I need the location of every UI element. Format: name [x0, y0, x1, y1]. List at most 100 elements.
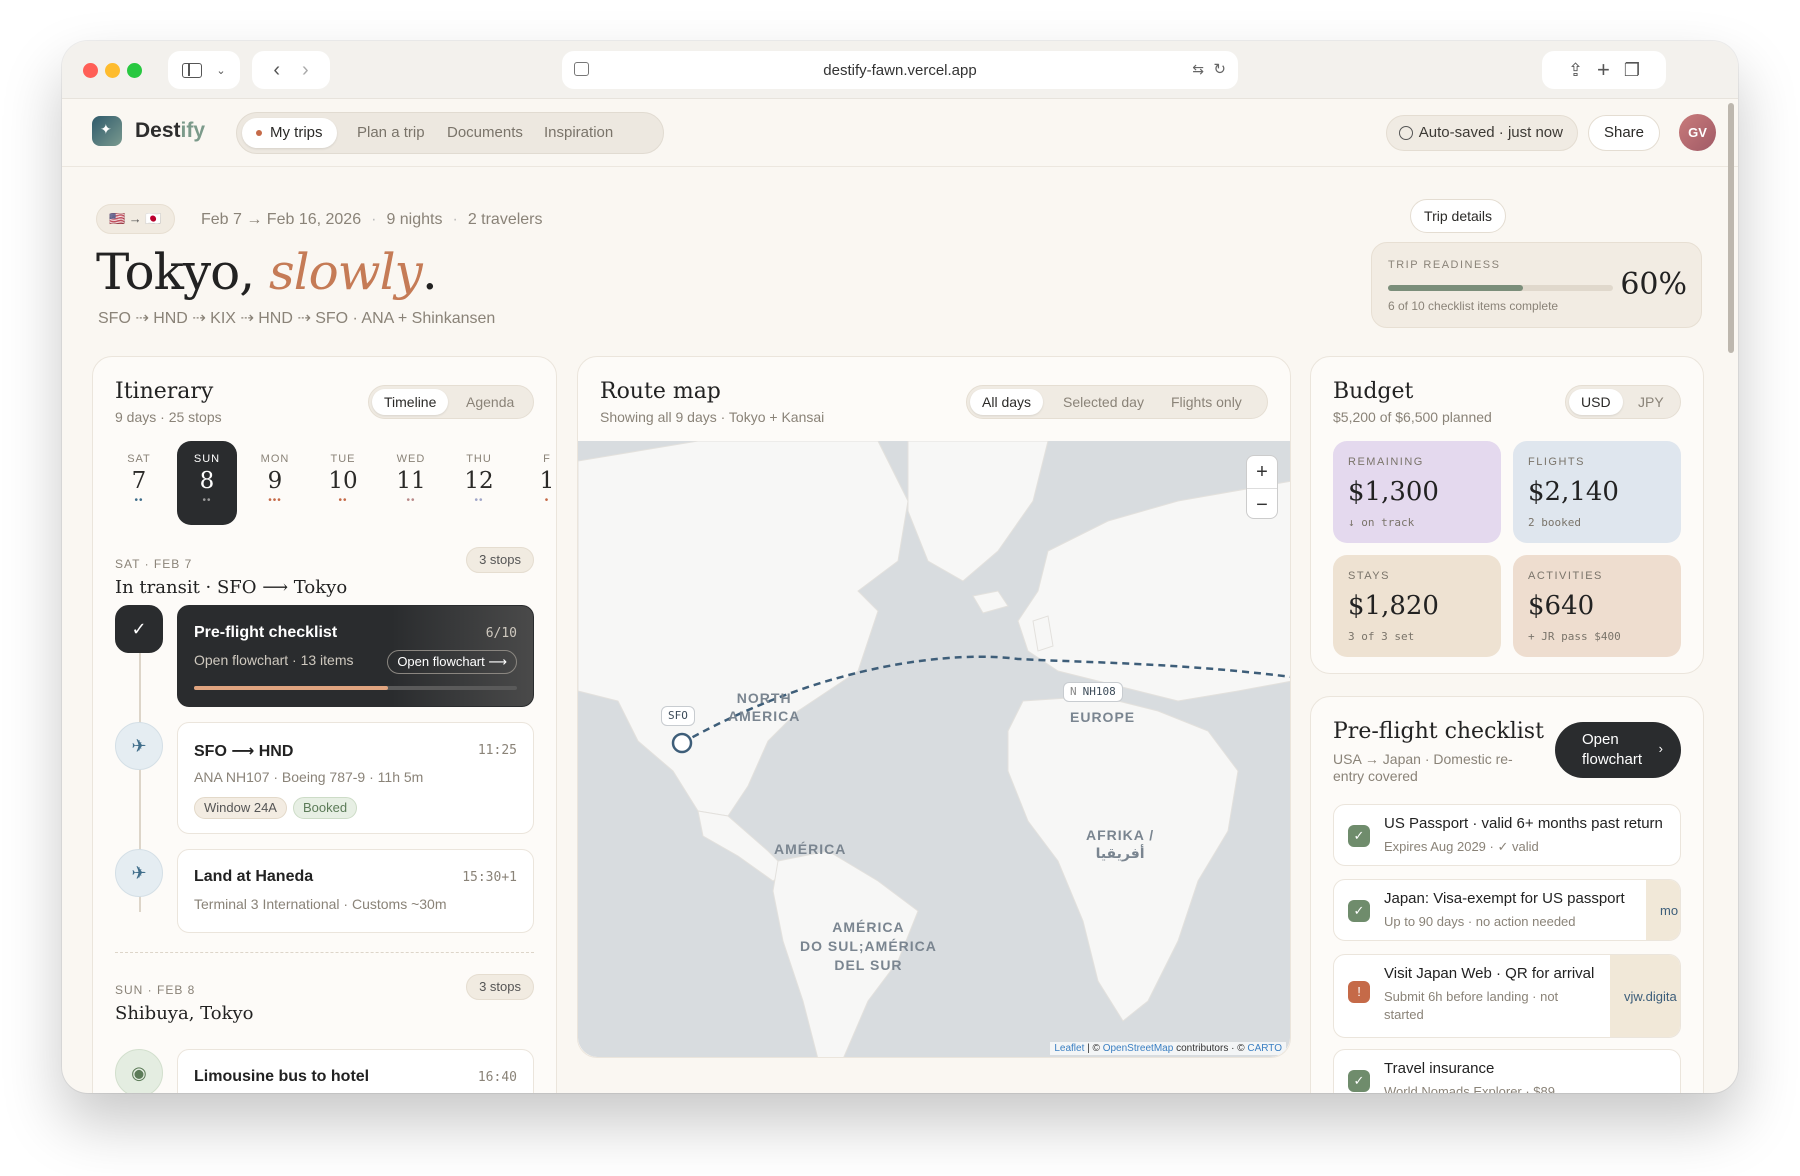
map-canvas[interactable]: SFO N NH108 NORTH AMERICA EUROPE AFRIKA /… [578, 441, 1290, 1057]
filter-flights-only[interactable]: Flights only [1159, 389, 1254, 415]
forward-arrow-icon[interactable]: › [302, 59, 309, 82]
bus-event[interactable]: Limousine bus to hotel 16:40 [177, 1049, 534, 1093]
budget-tile-flights[interactable]: FLIGHTS $2,140 2 booked [1513, 441, 1681, 543]
nav-documents[interactable]: Documents [433, 118, 537, 148]
translate-icon[interactable]: ⇆ [1192, 61, 1204, 78]
share-icon[interactable]: ⇪ [1568, 60, 1583, 81]
budget-card: Budget $5,200 of $6,500 planned USD JPY … [1310, 356, 1704, 674]
budget-tile-remaining[interactable]: REMAINING $1,300 ↓ on track [1333, 441, 1501, 543]
title-end: . [421, 243, 438, 301]
back-arrow-icon[interactable]: ‹ [273, 59, 280, 82]
checklist-item[interactable]: ✓ Japan: Visa-exempt for US passport Up to… [1333, 879, 1681, 941]
osm-link[interactable]: OpenStreetMap [1103, 1043, 1174, 1054]
user-avatar[interactable]: GV [1679, 114, 1716, 151]
nav-inspiration[interactable]: Inspiration [530, 118, 627, 148]
day-weekday: SAT [127, 453, 151, 465]
zoom-in-button[interactable]: + [1247, 456, 1277, 488]
item-title: US Passport · valid 6+ months past retur… [1384, 815, 1663, 832]
event-count: 6/10 [485, 626, 517, 641]
tile-value: $1,820 [1348, 591, 1439, 621]
budget-title: Budget [1333, 379, 1414, 404]
preflight-checklist-event[interactable]: Pre-flight checklist 6/10 Open flowchart… [177, 605, 534, 707]
day-number: 12 [464, 468, 494, 494]
day-stop-dots: • [544, 495, 550, 506]
day-weekday: THU [466, 453, 492, 465]
event-title: SFO ⟶ HND [194, 743, 294, 760]
tile-value: $2,140 [1528, 477, 1619, 507]
filter-selected-day[interactable]: Selected day [1051, 389, 1156, 415]
readiness-label: TRIP READINESS [1388, 259, 1501, 271]
nav-my-trips[interactable]: My trips [242, 118, 337, 148]
carto-link[interactable]: CARTO [1247, 1043, 1282, 1054]
item-title: Travel insurance [1384, 1060, 1495, 1077]
view-agenda[interactable]: Agenda [454, 389, 526, 415]
check-icon[interactable]: ✓ [1348, 1070, 1370, 1092]
check-icon[interactable]: ✓ [1348, 825, 1370, 847]
item-link-preview[interactable]: vjw.digita [1610, 955, 1680, 1037]
currency-toggle: USD JPY [1565, 385, 1681, 419]
landing-event[interactable]: Land at Haneda 15:30+1 Terminal 3 Intern… [177, 849, 534, 933]
page-scrollbar[interactable] [1728, 103, 1734, 353]
day-f[interactable]: F 1 • [517, 441, 556, 525]
view-timeline[interactable]: Timeline [372, 389, 449, 415]
section-day-label: SUN · FEB 8 [115, 983, 196, 997]
flight-label-prefix: N [1070, 685, 1077, 698]
map-label-europe: EUROPE [1070, 709, 1136, 725]
filter-all-days[interactable]: All days [970, 389, 1044, 415]
trip-details-button[interactable]: Trip details [1410, 199, 1506, 233]
attr-end: contributors · © [1173, 1043, 1248, 1054]
tab-overview-icon[interactable]: ❐ [1624, 60, 1640, 81]
item-link-preview[interactable]: mo [1646, 880, 1680, 940]
address-bar[interactable]: destify-fawn.vercel.app ⇆ ↻ [562, 51, 1238, 89]
day-thu[interactable]: THU 12 •• [449, 441, 509, 525]
close-window-button[interactable] [83, 63, 98, 78]
new-tab-icon[interactable]: + [1597, 57, 1610, 83]
trip-dates: Feb 7 → Feb 16, 2026 [201, 211, 362, 228]
currency-usd[interactable]: USD [1569, 389, 1623, 415]
brand-accent: ify [180, 119, 206, 142]
day-stop-dots: ••• [268, 495, 282, 506]
open-flowchart-button[interactable]: Open flowchart › [1555, 722, 1681, 778]
checklist-title: Pre-flight checklist [1333, 719, 1544, 744]
section-divider [115, 952, 534, 953]
brand-name[interactable]: Destify [135, 119, 205, 143]
day-stop-dots: •• [338, 495, 348, 506]
trip-route: SFO ⇢ HND ⇢ KIX ⇢ HND ⇢ SFO · ANA + Shin… [98, 310, 496, 327]
minimize-window-button[interactable] [105, 63, 120, 78]
browser-window: ⌄ ‹ › destify-fawn.vercel.app ⇆ ↻ ⇪ + ❐ … [62, 41, 1738, 1093]
day-tue[interactable]: TUE 10 •• [313, 441, 373, 525]
check-icon[interactable]: ✓ [1348, 900, 1370, 922]
day-sat[interactable]: SAT 7 •• [109, 441, 169, 525]
checklist-item[interactable]: ✓ Travel insurance World Nomads Explorer ·… [1333, 1049, 1681, 1093]
day-sun[interactable]: SUN 8 •• [177, 441, 237, 525]
event-sub: Open flowchart · 13 items [194, 652, 354, 668]
zoom-out-button[interactable]: − [1247, 488, 1277, 520]
checklist-item[interactable]: ! Visit Japan Web · QR for arrival Submit … [1333, 954, 1681, 1038]
trip-meta: Feb 7 → Feb 16, 2026 · 9 nights · 2 traveler… [201, 211, 543, 228]
flight-event[interactable]: SFO ⟶ HND 11:25 ANA NH107 · Boeing 787-9… [177, 722, 534, 834]
nav-plan-a-trip[interactable]: Plan a trip [343, 118, 439, 148]
window-actions: ⇪ + ❐ [1542, 51, 1666, 89]
maximize-window-button[interactable] [127, 63, 142, 78]
page-settings-icon[interactable] [574, 62, 589, 76]
share-button[interactable]: Share [1587, 115, 1660, 151]
day-number: 9 [267, 468, 283, 494]
budget-tile-activities[interactable]: ACTIVITIES $640 + JR pass $400 [1513, 555, 1681, 657]
sidebar-toggle-button[interactable]: ⌄ [168, 51, 240, 89]
day-wed[interactable]: WED 11 •• [381, 441, 441, 525]
section-day-label: SAT · FEB 7 [115, 557, 193, 571]
day-mon[interactable]: MON 9 ••• [245, 441, 305, 525]
reload-icon[interactable]: ↻ [1213, 60, 1226, 78]
budget-tile-stays[interactable]: STAYS $1,820 3 of 3 set [1333, 555, 1501, 657]
currency-jpy[interactable]: JPY [1626, 389, 1676, 415]
leaflet-link[interactable]: Leaflet [1054, 1043, 1084, 1054]
checklist-item[interactable]: ✓ US Passport · valid 6+ months past retu… [1333, 804, 1681, 866]
attr-sep: | © [1084, 1043, 1103, 1054]
open-flowchart-chip[interactable]: Open flowchart ⟶ [387, 650, 517, 674]
item-title: Visit Japan Web · QR for arrival [1384, 965, 1595, 982]
event-time: 15:30+1 [462, 870, 517, 885]
tile-note: 3 of 3 set [1348, 630, 1415, 643]
landing-plane-icon: ✈ [115, 849, 163, 897]
warning-icon[interactable]: ! [1348, 981, 1370, 1003]
destify-logo-icon[interactable] [92, 116, 122, 146]
